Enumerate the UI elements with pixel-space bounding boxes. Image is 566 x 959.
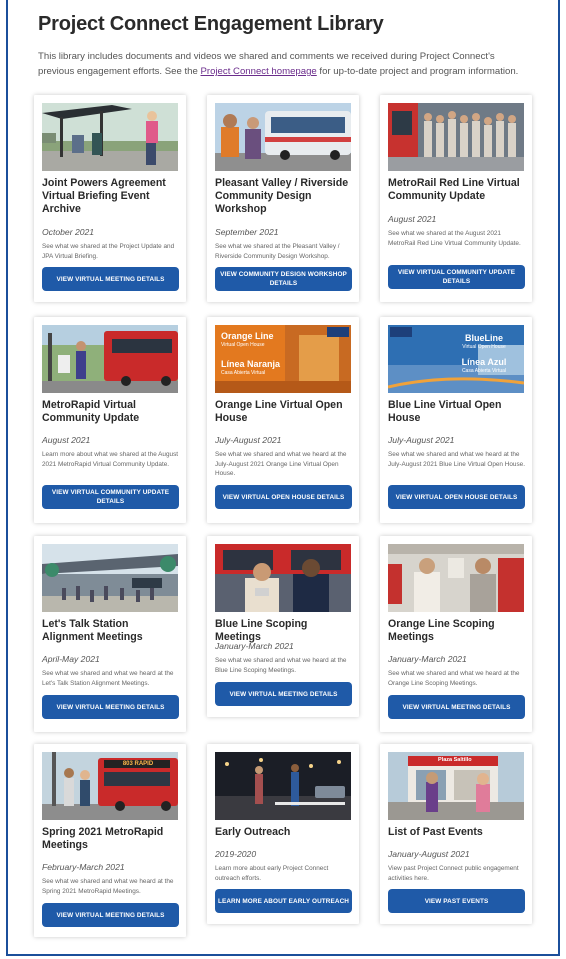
view-virtual-meeting-button[interactable]: VIEW VIRTUAL MEETING DETAILS (215, 682, 352, 706)
bus-riders-photo (215, 103, 351, 171)
card-date: January-March 2021 (215, 641, 294, 651)
project-connect-homepage-link[interactable]: Project Connect homepage (201, 66, 317, 77)
card-description: Learn more about early Project Connect o… (215, 865, 329, 882)
card-description: See what we shared at the Project Update… (42, 243, 175, 260)
metrorapid-bus-photo (42, 325, 178, 393)
card-description: See what we shared and what we heard at … (215, 657, 347, 674)
card-station-alignment: Let's Talk Station Alignment Meetings Ap… (34, 536, 186, 732)
card-description: See what we shared at the Pleasant Valle… (215, 243, 340, 260)
bus-destination-sign: 803 RAPID (122, 761, 154, 767)
card-title: Early Outreach (215, 826, 291, 838)
card-date: August 2021 (42, 435, 91, 445)
station-sign: Plaza Saltillo (438, 757, 472, 763)
plaza-saltillo-photo: Plaza Saltillo (388, 752, 524, 820)
card-blue-line-open-house: BlueLine Virtual Open House Línea Azul C… (380, 317, 532, 523)
intro-text: This library includes documents and vide… (38, 49, 528, 79)
card-title: Spring 2021 MetroRapid Meetings (42, 826, 164, 851)
card-date: 2019-2020 (215, 849, 257, 859)
rail-platform-photo (388, 103, 524, 171)
card-date: July-August 2021 (388, 435, 455, 445)
metrorapid-803-photo: 803 RAPID (42, 752, 178, 820)
card-description: View past Project Connect public engagem… (388, 865, 519, 882)
card-description: Learn more about what we shared at the A… (42, 451, 179, 468)
orange-line-graphic: Orange Line Virtual Open House Línea Nar… (215, 325, 351, 393)
view-virtual-meeting-button[interactable]: VIEW VIRTUAL MEETING DETAILS (388, 695, 525, 719)
card-date: August 2021 (388, 214, 437, 224)
card-orange-line-open-house: Orange Line Virtual Open House Línea Nar… (207, 317, 359, 523)
card-date: January-August 2021 (388, 849, 470, 859)
learn-more-early-outreach-button[interactable]: LEARN MORE ABOUT EARLY OUTREACH (215, 889, 352, 913)
card-early-outreach: Early Outreach 2019-2020 Learn more abou… (207, 744, 359, 924)
card-orange-line-scoping: Orange Line Scoping Meetings January-Mar… (380, 536, 532, 732)
view-virtual-open-house-button[interactable]: VIEW VIRTUAL OPEN HOUSE DETAILS (215, 485, 352, 509)
view-virtual-meeting-button[interactable]: VIEW VIRTUAL MEETING DETAILS (42, 695, 179, 719)
card-description: See what we shared and what we heard at … (42, 878, 174, 895)
card-spring-metrorapid: 803 RAPID Spring 2021 MetroRapid Meeting… (34, 744, 186, 937)
card-pleasant-valley-workshop: Pleasant Valley / Riverside Community De… (207, 95, 359, 302)
card-date: October 2021 (42, 227, 95, 237)
orange-line-graphic-title-es: Línea Naranja (221, 359, 281, 369)
blue-line-graphic: BlueLine Virtual Open House Línea Azul C… (388, 325, 524, 393)
bus-operators-photo (215, 544, 351, 612)
page-title: Project Connect Engagement Library (38, 13, 384, 35)
card-metrorapid-update: MetroRapid Virtual Community Update Augu… (34, 317, 186, 523)
card-title: List of Past Events (388, 826, 483, 838)
orange-line-graphic-title: Orange Line (221, 331, 274, 341)
view-past-events-button[interactable]: VIEW PAST EVENTS (388, 889, 525, 913)
card-description: See what we shared at the August 2021 Me… (388, 230, 521, 247)
card-title: Blue Line Virtual Open House (388, 399, 502, 424)
card-past-events: Plaza Saltillo List of Past Events Janua… (380, 744, 532, 924)
night-street-photo (215, 752, 351, 820)
intro-text-end: for up-to-date project and program infor… (316, 66, 519, 77)
card-title: MetroRapid Virtual Community Update (42, 399, 140, 424)
card-date: July-August 2021 (215, 435, 282, 445)
blue-line-graphic-subtitle: Virtual Open House (462, 344, 506, 350)
orange-line-graphic-subtitle-es: Casa Abierta Virtual (221, 370, 266, 376)
blue-line-graphic-title: BlueLine (464, 333, 503, 343)
view-virtual-meeting-button[interactable]: VIEW VIRTUAL MEETING DETAILS (42, 903, 179, 927)
card-title: Orange Line Scoping Meetings (388, 618, 495, 643)
train-interior-photo (388, 544, 524, 612)
card-description: See what we shared and what we heard at … (388, 451, 526, 468)
view-virtual-open-house-button[interactable]: VIEW VIRTUAL OPEN HOUSE DETAILS (388, 485, 525, 509)
blue-line-graphic-subtitle-es: Casa Abierta Virtual (461, 368, 507, 374)
bus-stop-photo (42, 103, 178, 171)
view-virtual-meeting-button[interactable]: VIEW VIRTUAL MEETING DETAILS (42, 267, 179, 291)
card-jpa-briefing: Joint Powers Agreement Virtual Briefing … (34, 95, 186, 302)
card-date: September 2021 (215, 227, 279, 237)
view-community-design-workshop-button[interactable]: VIEW COMMUNITY DESIGN WORKSHOP DETAILS (215, 267, 352, 291)
card-description: See what we shared and what we heard at … (42, 670, 174, 687)
card-blue-line-scoping: Blue Line Scoping Meetings January-March… (207, 536, 359, 717)
station-rendering (42, 544, 178, 612)
page-frame: Project Connect Engagement Library This … (6, 0, 560, 956)
card-title: Pleasant Valley / Riverside Community De… (215, 177, 349, 215)
card-date: February-March 2021 (42, 862, 125, 872)
card-title: MetroRail Red Line Virtual Community Upd… (388, 177, 520, 202)
view-virtual-community-update-button[interactable]: VIEW VIRTUAL COMMUNITY UPDATE DETAILS (42, 485, 179, 509)
orange-line-graphic-subtitle: Virtual Open House (221, 342, 265, 348)
blue-line-graphic-title-es: Línea Azul (461, 357, 507, 367)
card-title: Let's Talk Station Alignment Meetings (42, 618, 143, 643)
card-title: Joint Powers Agreement Virtual Briefing … (42, 177, 166, 215)
card-red-line-update: MetroRail Red Line Virtual Community Upd… (380, 95, 532, 302)
card-description: See what we shared and what we heard at … (215, 451, 347, 478)
view-virtual-community-update-button[interactable]: VIEW VIRTUAL COMMUNITY UPDATE DETAILS (388, 265, 525, 289)
card-title: Orange Line Virtual Open House (215, 399, 343, 424)
card-description: See what we shared and what we heard at … (388, 670, 520, 687)
card-date: January-March 2021 (388, 654, 467, 664)
card-date: April-May 2021 (42, 654, 100, 664)
